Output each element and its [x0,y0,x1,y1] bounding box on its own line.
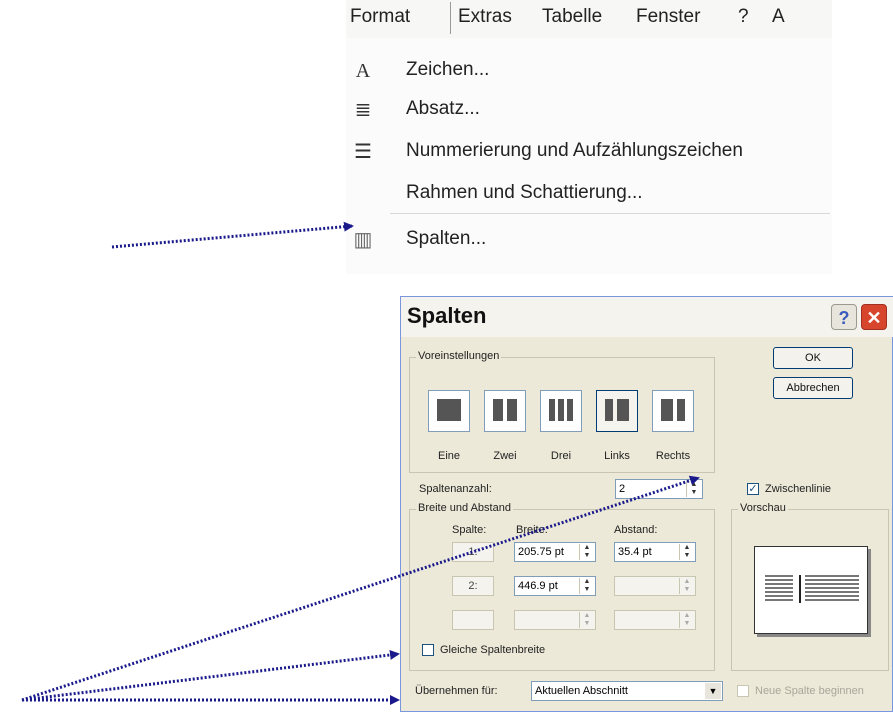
arrow-to-line-between [21,475,700,702]
annotation-arrows [21,221,700,705]
arrow-to-spalten-menu [111,221,354,249]
arrow-to-equal-width [21,650,400,702]
